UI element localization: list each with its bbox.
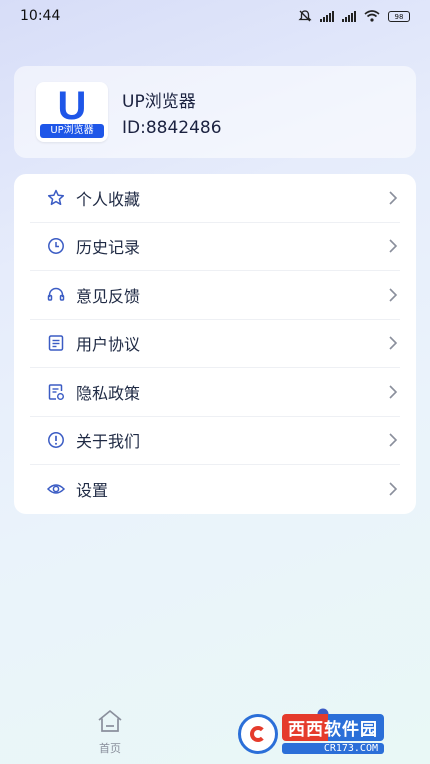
signal-icon-1: [320, 10, 334, 22]
wifi-icon: [364, 10, 380, 22]
chevron-right-icon: [388, 432, 398, 448]
app-name: UP浏览器: [122, 91, 196, 112]
menu-item-history[interactable]: 历史记录: [30, 223, 400, 271]
chevron-right-icon: [388, 335, 398, 351]
menu-item-about-us[interactable]: 关于我们: [30, 417, 400, 465]
status-bar: 10:44 98: [0, 0, 430, 32]
menu-item-privacy-policy[interactable]: 隐私政策: [30, 368, 400, 417]
menu-item-favorites[interactable]: 个人收藏: [30, 174, 400, 223]
watermark-emblem-icon: [238, 714, 278, 754]
user-id: ID:8842486: [122, 117, 222, 138]
watermark-logo: 西西软件园 CR173.COM: [238, 712, 424, 756]
profile-card[interactable]: U UP浏览器 UP浏览器 ID:8842486: [14, 66, 416, 158]
battery-icon: 98: [388, 10, 410, 22]
menu-label-user-agreement: 用户协议: [76, 335, 141, 355]
headset-icon: [46, 285, 66, 305]
clock-icon: [46, 236, 66, 256]
menu-label-settings: 设置: [76, 481, 109, 501]
mute-icon: [298, 10, 312, 22]
status-time: 10:44: [20, 8, 61, 24]
menu-label-about-us: 关于我们: [76, 432, 141, 452]
privacy-document-icon: [46, 382, 66, 402]
logo-band-text: UP浏览器: [40, 124, 104, 138]
menu-list: 个人收藏 历史记录 意见反馈 用户协议 隐私政策 关于我们 设置: [14, 174, 416, 514]
chevron-right-icon: [388, 238, 398, 254]
watermark-text: 西西软件园 CR173.COM: [282, 714, 384, 754]
menu-item-user-agreement[interactable]: 用户协议: [30, 320, 400, 368]
watermark-sub-text: CR173.COM: [282, 743, 384, 754]
star-icon: [46, 188, 66, 208]
chevron-right-icon: [388, 190, 398, 206]
chevron-right-icon: [388, 481, 398, 497]
menu-label-feedback: 意见反馈: [76, 286, 141, 306]
profile-info: UP浏览器 ID:8842486: [122, 87, 222, 138]
watermark-main-text: 西西软件园: [282, 714, 384, 741]
info-icon: [46, 430, 66, 450]
status-icons: 98: [298, 9, 410, 23]
menu-item-feedback[interactable]: 意见反馈: [30, 271, 400, 320]
home-icon: [98, 710, 122, 732]
chevron-right-icon: [388, 384, 398, 400]
app-logo: U UP浏览器: [36, 82, 108, 142]
tab-home-label: 首页: [99, 742, 121, 755]
menu-item-settings[interactable]: 设置: [30, 465, 400, 514]
eye-settings-icon: [46, 479, 66, 499]
tab-home[interactable]: 首页: [82, 708, 138, 756]
document-icon: [46, 333, 66, 353]
menu-label-history: 历史记录: [76, 238, 141, 258]
logo-letter: U: [57, 84, 87, 128]
menu-label-favorites: 个人收藏: [76, 189, 141, 209]
chevron-right-icon: [388, 287, 398, 303]
signal-icon-2: [342, 10, 356, 22]
menu-label-privacy-policy: 隐私政策: [76, 383, 141, 403]
